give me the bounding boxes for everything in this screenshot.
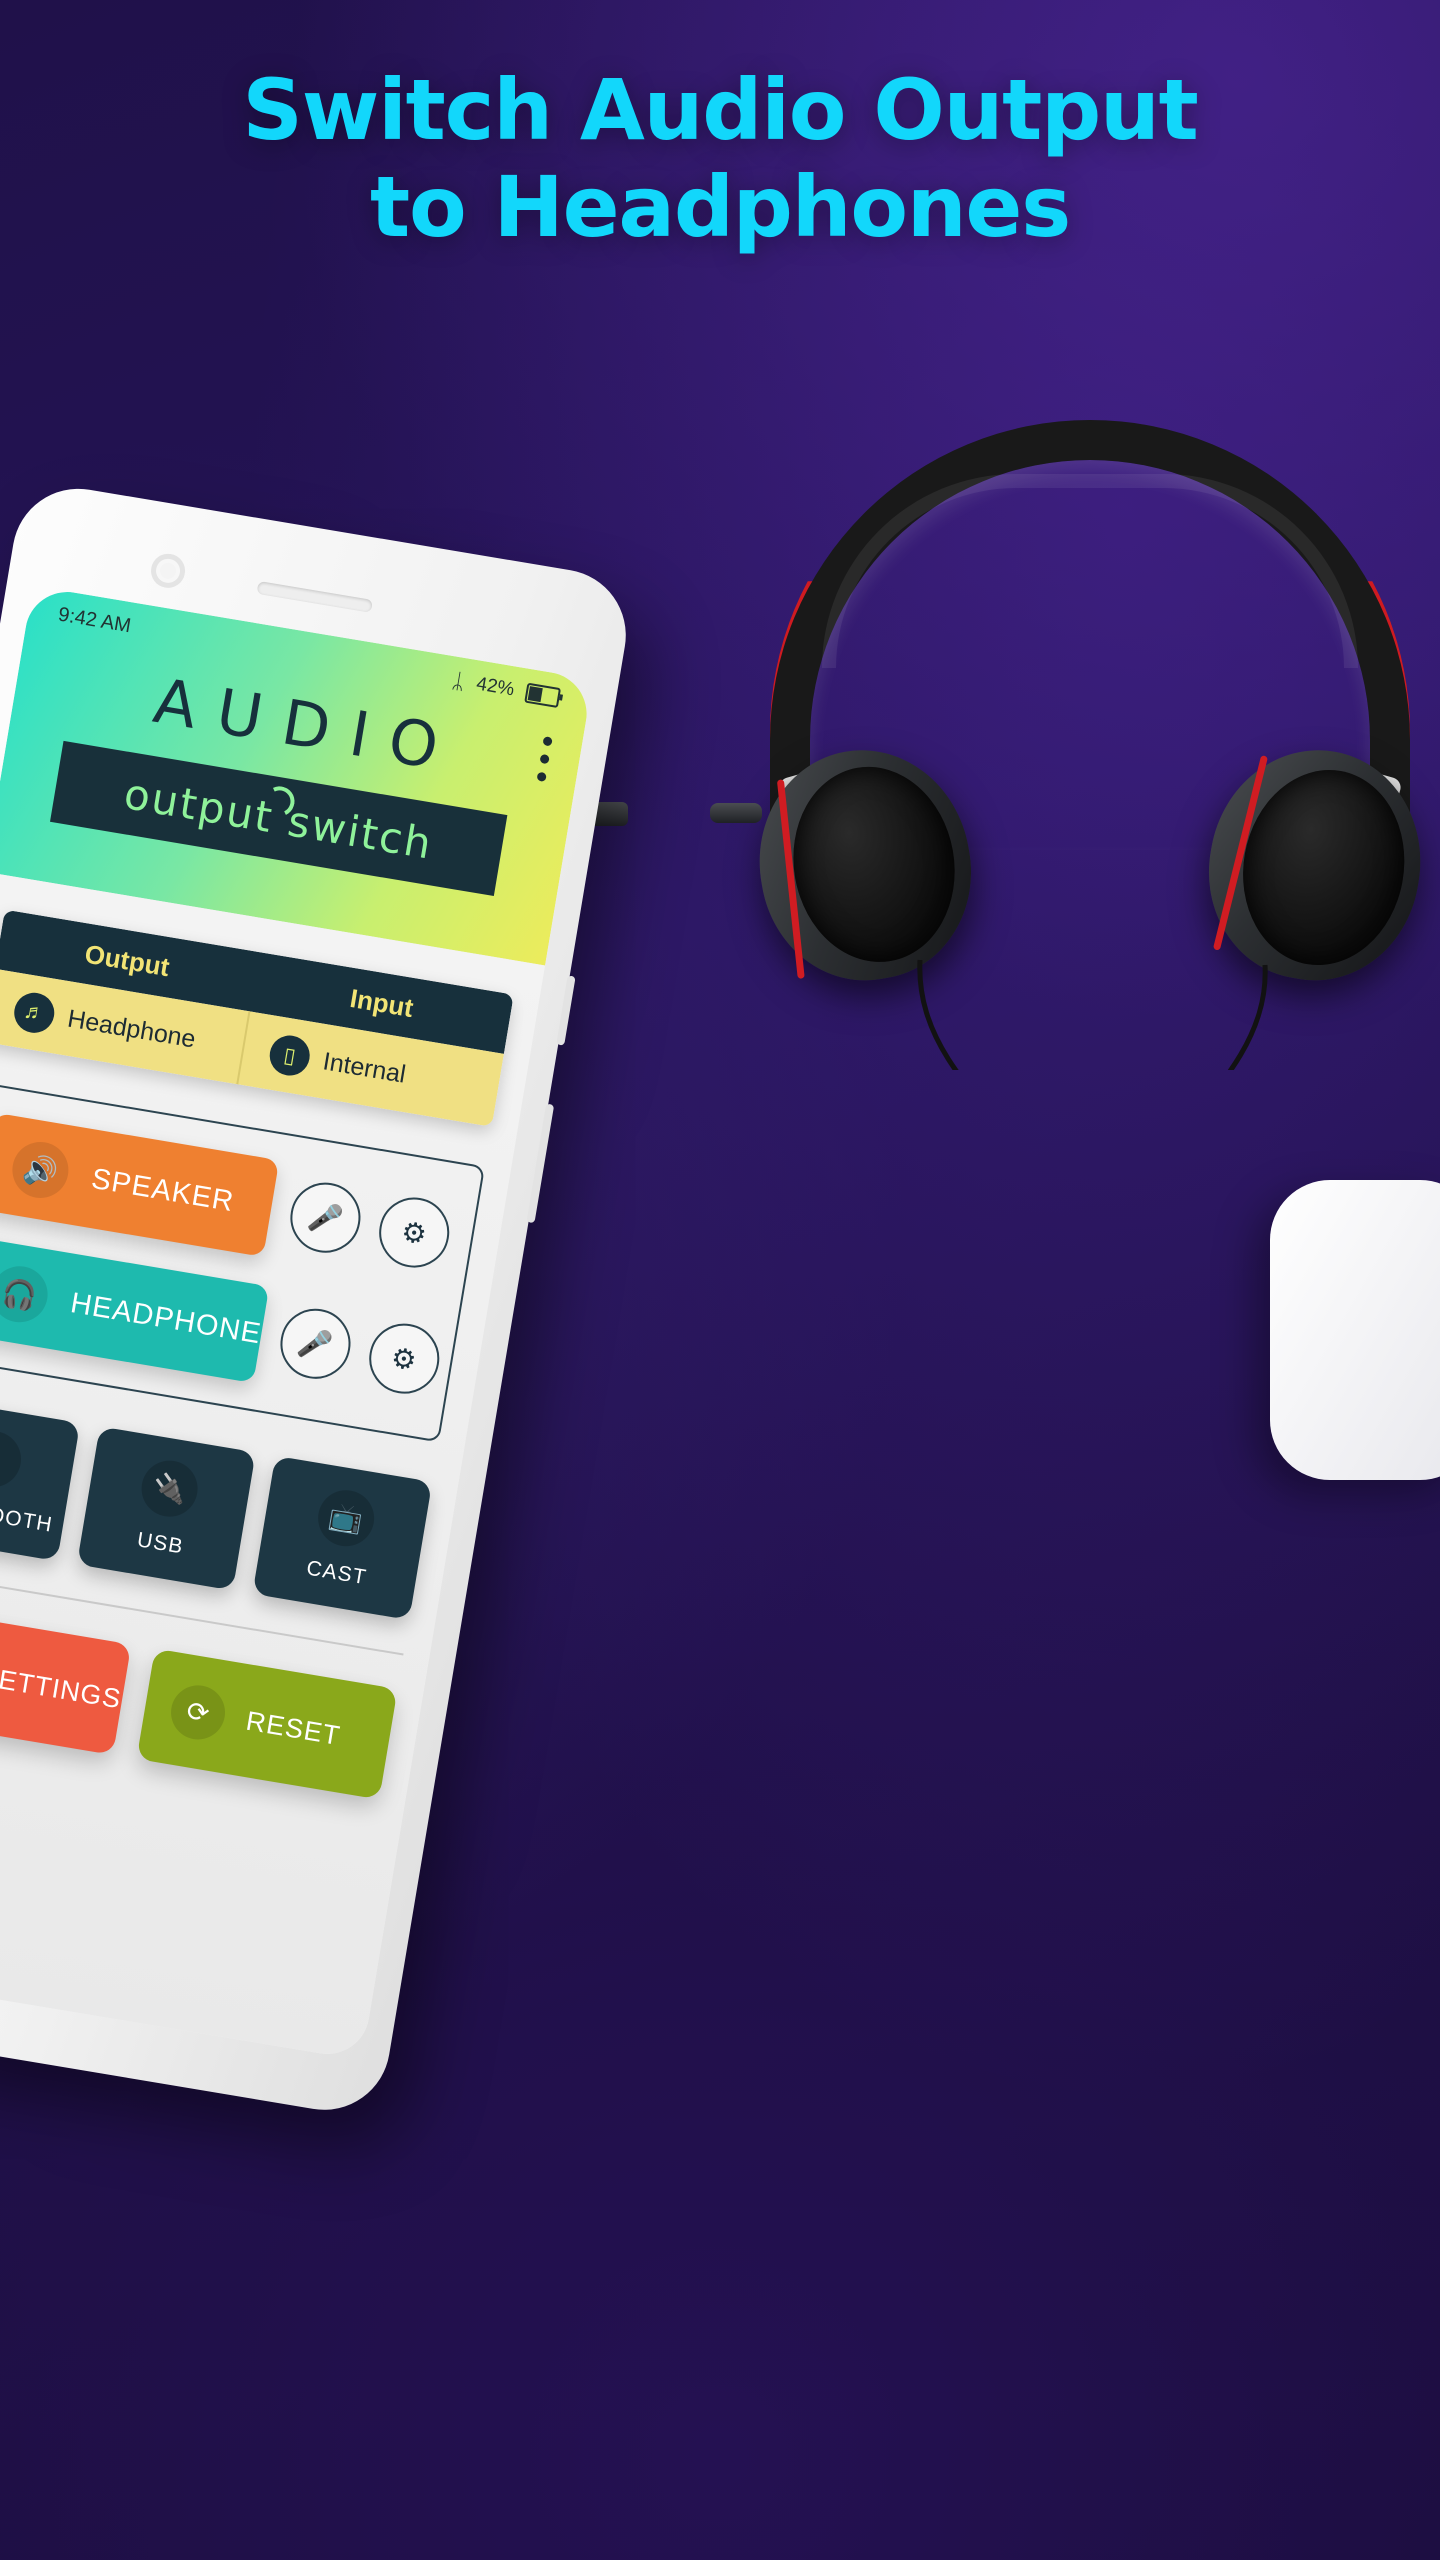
front-camera	[148, 551, 188, 591]
headphone-microphone-button[interactable]: 🎤	[274, 1303, 356, 1385]
cast-icon: 📺	[313, 1485, 379, 1551]
io-input-value: Internal	[321, 1046, 408, 1089]
headphones-product-image	[741, 420, 1439, 1070]
speaker-button[interactable]: 🔊 SPEAKER	[0, 1112, 280, 1257]
status-indicators: ᛦ 42%	[450, 668, 562, 709]
battery-icon	[524, 682, 562, 709]
headphone-button-label: HEADPHONE	[68, 1286, 264, 1350]
io-output-value: Headphone	[65, 1004, 198, 1054]
headphone-icon: 🎧	[0, 1262, 52, 1327]
reset-button-label: RESET	[243, 1705, 343, 1751]
bluetooth-tile-label: BLUETOOTH	[0, 1491, 55, 1537]
status-time: 9:42 AM	[56, 602, 133, 637]
bluetooth-tile[interactable]: ᛦ BLUETOOTH	[0, 1396, 80, 1562]
speaker-microphone-button[interactable]: 🎤	[285, 1177, 366, 1258]
headphone-cable	[917, 959, 1268, 1070]
speaker-button-label: SPEAKER	[89, 1162, 237, 1218]
settings-button-label: SETTINGS	[0, 1660, 124, 1714]
bluetooth-icon: ᛦ	[0, 1426, 26, 1492]
action-buttons: ⚙ SETTINGS ⟳ RESET	[0, 1603, 398, 1800]
headphone-settings-button[interactable]: ⚙	[363, 1318, 445, 1399]
cast-tile[interactable]: 📺 CAST	[252, 1455, 433, 1621]
battery-percent-label: 42%	[474, 673, 516, 701]
headphone-button[interactable]: 🎧 HEADPHONE	[0, 1237, 270, 1383]
usb-tile[interactable]: 🔌 USB	[76, 1426, 257, 1591]
app-brand-subtitle: output switch	[121, 769, 437, 869]
earbud-case	[1270, 1180, 1440, 1480]
usb-icon: 🔌	[137, 1456, 202, 1521]
speaker-icon: 🔊	[8, 1137, 73, 1203]
cable-splitter	[710, 803, 762, 823]
reset-button[interactable]: ⟳ RESET	[136, 1648, 398, 1800]
earpiece-grille	[256, 580, 374, 613]
settings-button[interactable]: ⚙ SETTINGS	[0, 1603, 132, 1755]
speaker-settings-button[interactable]: ⚙	[373, 1192, 455, 1273]
bluetooth-icon: ᛦ	[450, 668, 467, 694]
cast-tile-label: CAST	[304, 1556, 369, 1590]
usb-tile-label: USB	[135, 1528, 186, 1559]
app-brand-subtitle-text: output switch	[120, 768, 437, 869]
headphone-icon: ♬	[11, 989, 58, 1036]
refresh-icon: ⟳	[166, 1681, 230, 1744]
phone-icon: ▯	[266, 1032, 313, 1079]
output-control-panel: 🔊 SPEAKER 🎤 ⚙ 🎧 HEADPHONE 🎤 ⚙	[0, 1081, 486, 1443]
